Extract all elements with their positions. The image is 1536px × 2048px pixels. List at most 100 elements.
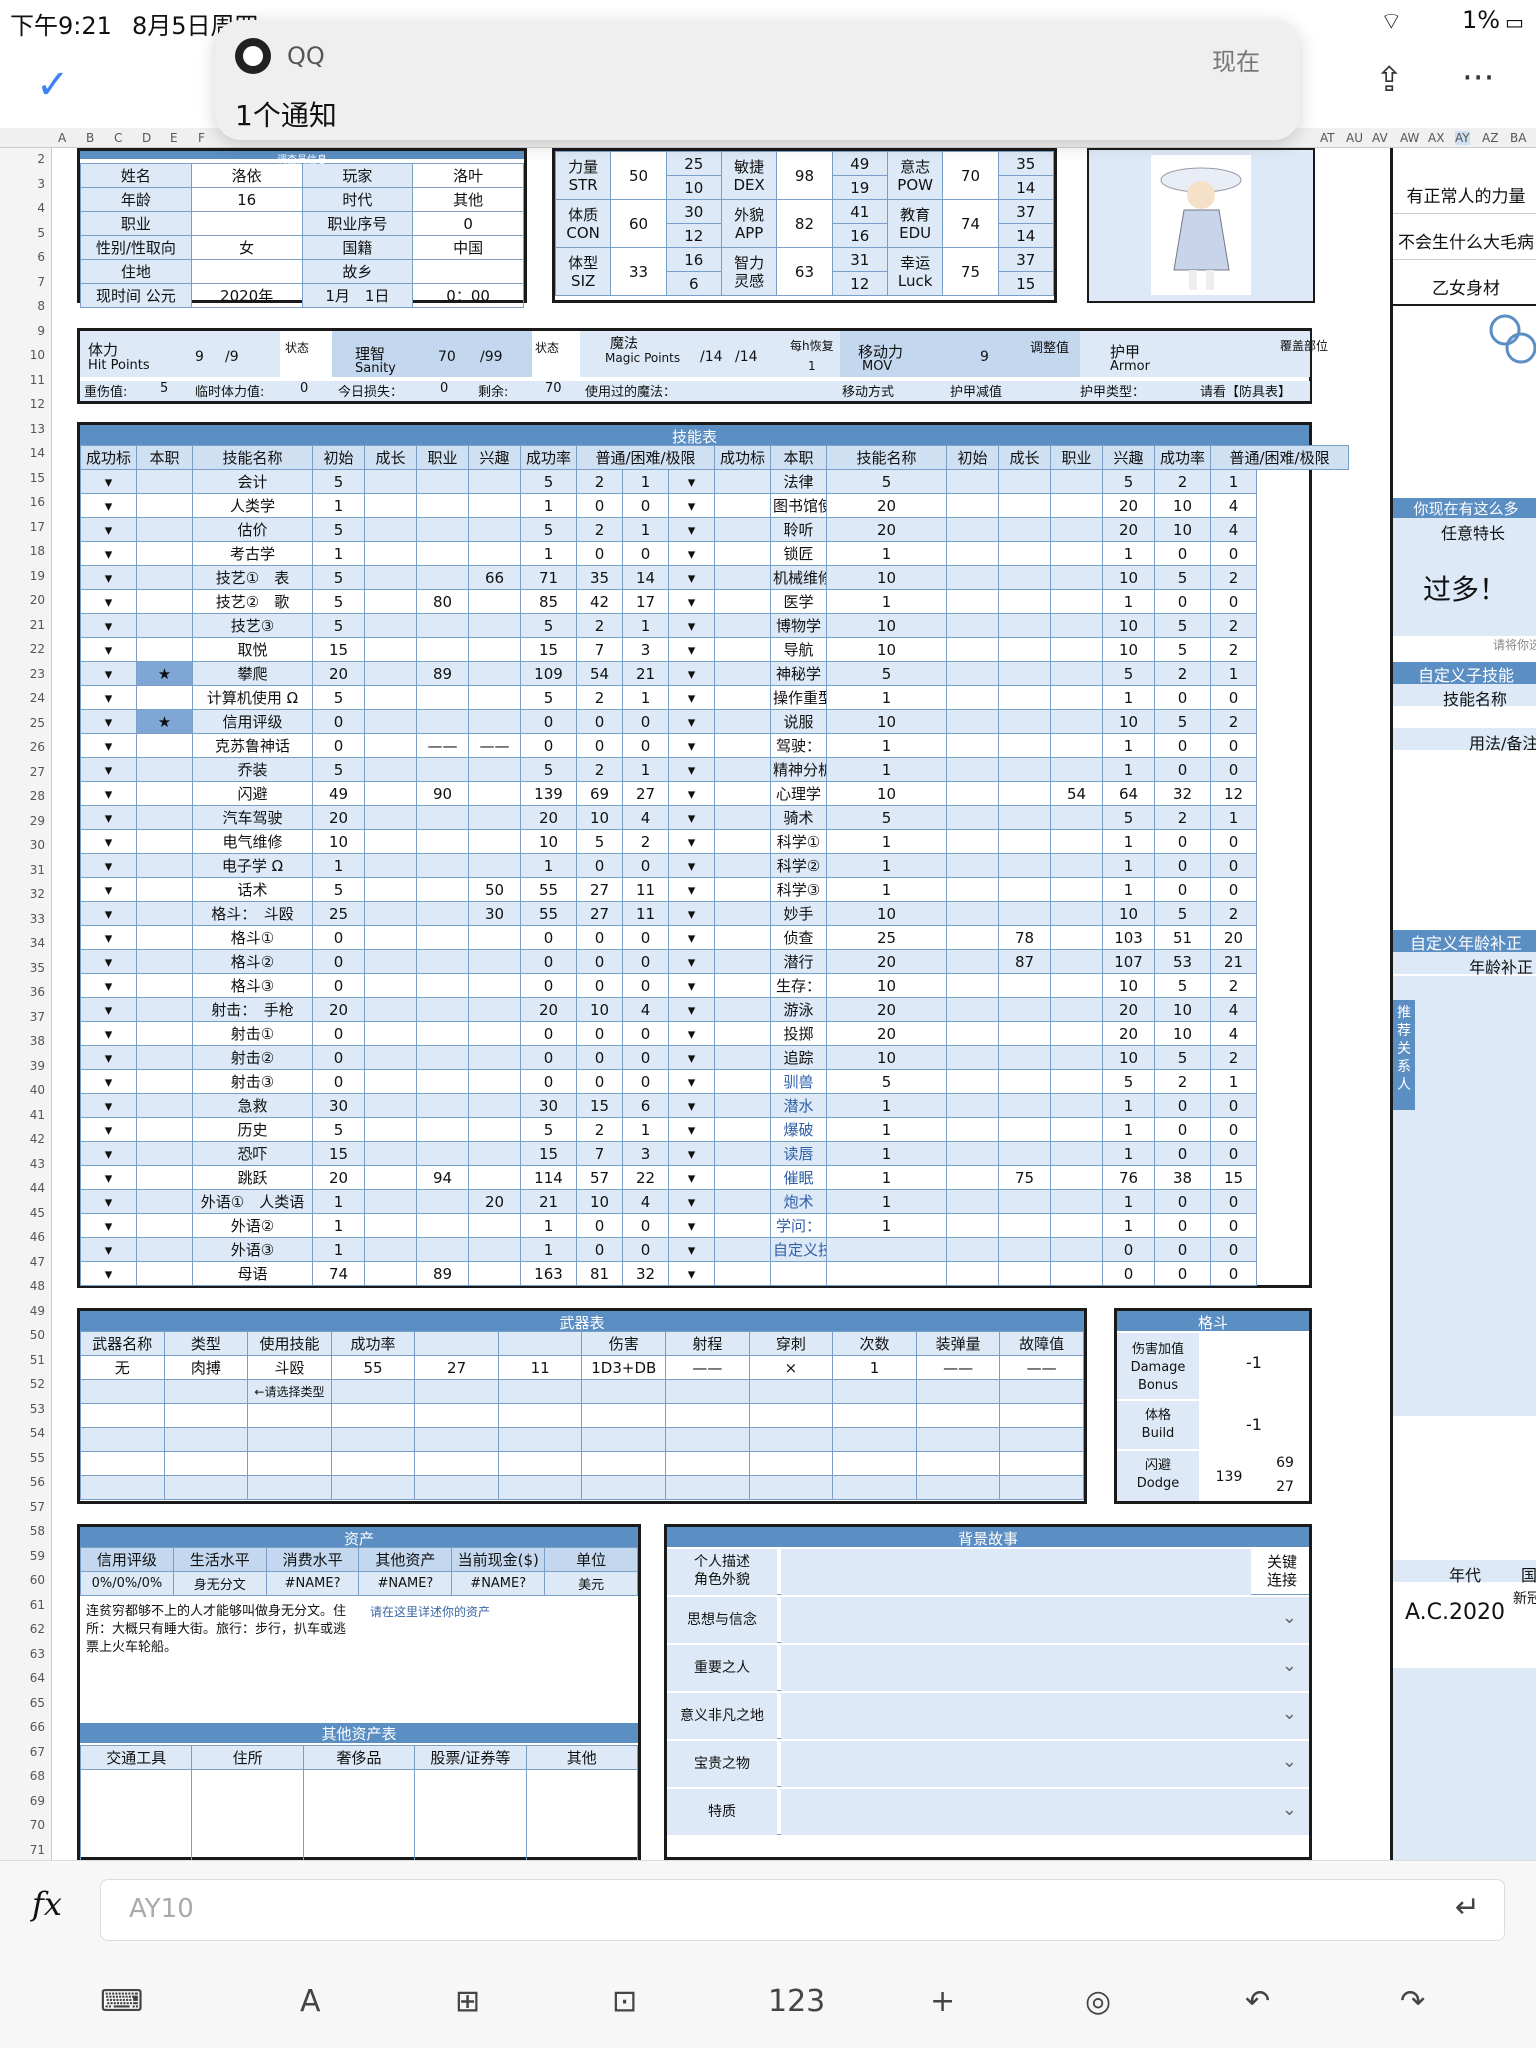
row-number[interactable]: 70	[30, 1818, 45, 1832]
skill-success-check[interactable]: ▾	[667, 709, 716, 734]
skill-cell[interactable]: 1	[826, 1165, 948, 1190]
key-connection-dropdown[interactable]: ⌄	[1282, 1607, 1297, 1628]
row-number[interactable]: 68	[30, 1769, 45, 1783]
asset-value[interactable]: #NAME?	[358, 1571, 453, 1596]
enter-icon[interactable]: ↵	[1455, 1890, 1480, 1925]
skill-cell[interactable]	[416, 469, 469, 494]
weapon-cell[interactable]	[80, 1427, 165, 1452]
info-cell[interactable]: 2020年	[190, 283, 303, 308]
skill-cell[interactable]	[998, 589, 1052, 614]
skill-cell[interactable]: 5	[312, 565, 365, 590]
skill-success-check[interactable]: ▾	[667, 1237, 716, 1262]
skill-success-check[interactable]: ▾	[667, 565, 716, 590]
row-number[interactable]: 66	[30, 1720, 45, 1734]
row-number[interactable]: 58	[30, 1524, 45, 1538]
skill-cell[interactable]: 1	[826, 1141, 948, 1166]
weapon-cell[interactable]	[163, 1403, 249, 1428]
skill-cell[interactable]	[1050, 1045, 1104, 1070]
skill-cell[interactable]	[416, 973, 469, 998]
add-icon[interactable]: +	[930, 1984, 955, 2019]
skill-success-check[interactable]: ▾	[667, 1165, 716, 1190]
skill-success-check[interactable]: ▾	[80, 1141, 137, 1166]
weapon-cell[interactable]	[748, 1379, 834, 1404]
col-e[interactable]: E	[170, 131, 178, 145]
skill-cell[interactable]	[946, 1117, 1000, 1142]
skill-cell[interactable]	[364, 1237, 417, 1262]
skill-cell[interactable]	[364, 709, 417, 734]
skill-cell[interactable]: 1	[826, 589, 948, 614]
skill-occupation-mark[interactable]	[136, 1141, 193, 1166]
story-row[interactable]: 意义非凡之地 ⌄	[667, 1693, 1309, 1739]
skill-cell[interactable]	[1050, 1189, 1104, 1214]
weapon-cell[interactable]: ×	[748, 1355, 834, 1380]
skill-cell[interactable]: 25	[312, 901, 365, 926]
skill-cell[interactable]: 10	[826, 973, 948, 998]
skill-occupation-mark[interactable]	[136, 1237, 193, 1262]
skill-success-check[interactable]: ▾	[80, 781, 137, 806]
skill-occupation-mark[interactable]	[136, 1213, 193, 1238]
info-cell[interactable]: 其他	[412, 187, 524, 212]
skill-cell[interactable]	[946, 949, 1000, 974]
skill-success-check[interactable]: ▾	[667, 517, 716, 542]
skill-success-check[interactable]: ▾	[80, 613, 137, 638]
skill-cell[interactable]	[468, 997, 521, 1022]
skill-cell[interactable]	[1050, 541, 1104, 566]
weapon-cell[interactable]	[748, 1451, 834, 1476]
skill-occupation-mark[interactable]	[136, 613, 193, 638]
asset-value[interactable]: 美元	[544, 1571, 638, 1596]
number-keyboard-icon[interactable]: 123	[768, 1984, 825, 2019]
row-number[interactable]: 51	[30, 1353, 45, 1367]
asset-value[interactable]: #NAME?	[451, 1571, 546, 1596]
skill-cell[interactable]	[946, 805, 1000, 830]
skill-occupation-mark[interactable]	[714, 1237, 772, 1262]
weapon-cell[interactable]: 55	[330, 1355, 416, 1380]
skill-success-check[interactable]: ▾	[80, 973, 137, 998]
row-number[interactable]: 34	[30, 936, 45, 950]
row-number[interactable]: 6	[37, 250, 45, 264]
share-icon[interactable]: ⇪	[1375, 60, 1404, 100]
row-number[interactable]: 40	[30, 1083, 45, 1097]
row-number[interactable]: 28	[30, 789, 45, 803]
skill-cell[interactable]	[468, 1117, 521, 1142]
attr-value[interactable]: 60	[610, 199, 667, 248]
skill-cell[interactable]: 5	[312, 757, 365, 782]
skill-cell[interactable]	[998, 1117, 1052, 1142]
skill-occupation-mark[interactable]	[714, 973, 772, 998]
skill-occupation-mark[interactable]	[714, 733, 772, 758]
skill-cell[interactable]	[468, 1237, 521, 1262]
skill-cell[interactable]: 1	[826, 877, 948, 902]
weapon-row[interactable]	[80, 1427, 1084, 1452]
col-au[interactable]: AU	[1346, 131, 1363, 145]
skill-cell[interactable]: 5	[312, 469, 365, 494]
skill-cell[interactable]	[1050, 661, 1104, 686]
key-connection-dropdown[interactable]: ⌄	[1282, 1751, 1297, 1772]
skill-success-check[interactable]: ▾	[80, 925, 137, 950]
skill-occupation-mark[interactable]	[714, 685, 772, 710]
skill-cell[interactable]	[946, 709, 1000, 734]
weapon-cell[interactable]: ——	[999, 1355, 1084, 1380]
weapon-cell[interactable]	[748, 1427, 834, 1452]
skill-occupation-mark[interactable]	[714, 565, 772, 590]
skill-cell[interactable]	[1050, 949, 1104, 974]
skill-cell[interactable]	[364, 1021, 417, 1046]
skill-cell[interactable]	[468, 925, 521, 950]
view-icon[interactable]: ◎	[1085, 1984, 1111, 2019]
skill-cell[interactable]: 20	[468, 1189, 521, 1214]
skill-cell[interactable]	[998, 469, 1052, 494]
weapon-cell[interactable]	[748, 1475, 834, 1500]
weapon-cell[interactable]	[999, 1379, 1084, 1404]
skill-success-check[interactable]: ▾	[667, 469, 716, 494]
row-number[interactable]: 63	[30, 1647, 45, 1661]
skill-cell[interactable]	[946, 877, 1000, 902]
row-number[interactable]: 50	[30, 1328, 45, 1342]
skill-cell[interactable]	[946, 1069, 1000, 1094]
row-number[interactable]: 59	[30, 1549, 45, 1563]
row-number[interactable]: 38	[30, 1034, 45, 1048]
skill-cell[interactable]	[468, 973, 521, 998]
attr-value[interactable]: 63	[776, 247, 833, 296]
skill-occupation-mark[interactable]	[136, 997, 193, 1022]
skill-occupation-mark[interactable]	[714, 1045, 772, 1070]
skill-success-check[interactable]: ▾	[667, 613, 716, 638]
skill-success-check[interactable]: ▾	[80, 1117, 137, 1142]
skill-cell[interactable]: 1	[312, 1237, 365, 1262]
